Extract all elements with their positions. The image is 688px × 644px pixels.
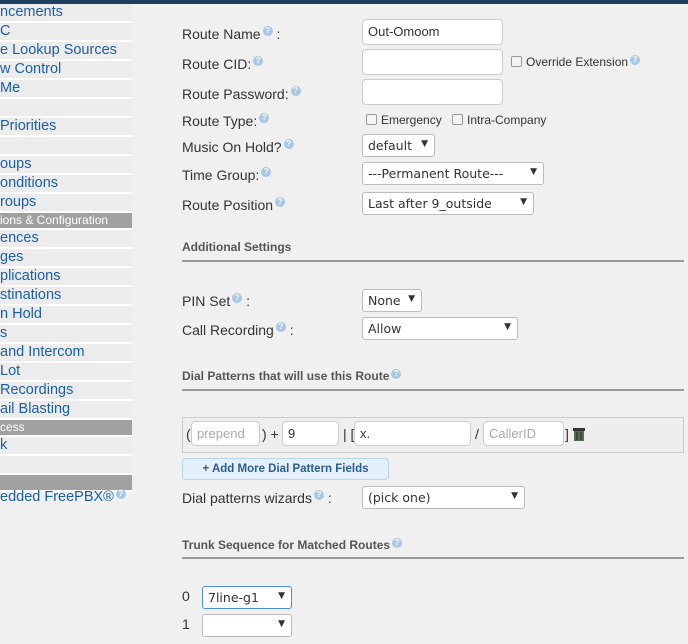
triangle-down-icon: ▼ [278, 619, 285, 629]
route-name-label: Route Name? : [182, 26, 281, 42]
sidebar-section-header: ions & Configuration [0, 213, 132, 230]
route-password-label: Route Password:? [182, 86, 301, 102]
match-pattern-input[interactable]: x. [354, 421, 471, 446]
triangle-down-icon: ▼ [530, 167, 537, 177]
sidebar-item[interactable]: stinations [0, 287, 132, 306]
route-type-label: Route Type:? [182, 113, 270, 129]
sidebar-item[interactable]: and Intercom [0, 344, 132, 363]
sidebar-item[interactable]: w Control [0, 61, 132, 80]
sidebar-item[interactable]: ncements [0, 4, 132, 23]
route-cid-label: Route CID:? [182, 56, 264, 72]
triangle-down-icon: ▼ [278, 591, 285, 601]
additional-settings-heading: Additional Settings [182, 240, 292, 254]
sidebar-item[interactable]: e Lookup Sources [0, 42, 132, 61]
sidebar-footer[interactable]: edded FreePBX®? [0, 489, 126, 505]
sidebar-item[interactable]: ail Blasting [0, 401, 132, 420]
sidebar-item[interactable] [0, 99, 132, 118]
triangle-down-icon: ▼ [408, 294, 415, 304]
help-icon[interactable]: ? [253, 56, 264, 66]
sidebar-item[interactable]: Priorities [0, 118, 132, 137]
dial-wizard-label: Dial patterns wizards? : [182, 490, 332, 506]
time-group-label: Time Group:? [182, 167, 272, 183]
sidebar-item[interactable]: oups [0, 156, 132, 175]
help-icon[interactable]: ? [262, 26, 273, 36]
help-icon[interactable]: ? [283, 139, 294, 149]
help-icon[interactable]: ? [313, 490, 324, 500]
override-extension-checkbox[interactable]: Override Extension? [511, 55, 641, 69]
sidebar-item[interactable]: Lot [0, 363, 132, 382]
sidebar-item[interactable]: Recordings [0, 382, 132, 401]
sidebar-nav: ncements Ce Lookup Sources w Control Me Prio… [0, 4, 132, 492]
sidebar-item[interactable]: s [0, 325, 132, 344]
help-icon[interactable]: ? [630, 55, 641, 65]
call-recording-select[interactable]: Allow ▼ [362, 317, 518, 340]
help-icon[interactable]: ? [259, 113, 270, 123]
pin-set-label: PIN Set? : [182, 293, 251, 309]
route-position-select[interactable]: Last after 9_outside ▼ [362, 192, 534, 215]
time-group-select[interactable]: ---Permanent Route--- ▼ [362, 162, 544, 185]
divider [182, 260, 684, 262]
callerid-input[interactable]: CallerID [483, 421, 564, 446]
divider [182, 557, 684, 559]
triangle-down-icon: ▼ [421, 139, 428, 149]
sidebar-section-header: cess [0, 420, 132, 437]
sidebar-item[interactable]: k [0, 437, 132, 456]
prefix-input[interactable]: 9 [282, 421, 339, 446]
help-icon[interactable]: ? [275, 197, 286, 207]
triangle-down-icon: ▼ [511, 491, 518, 501]
triangle-down-icon: ▼ [520, 197, 527, 207]
divider [182, 389, 684, 391]
sidebar-item[interactable]: Me [0, 80, 132, 99]
trunk-sequence-heading: Trunk Sequence for Matched Routes? [182, 538, 403, 552]
prepend-input[interactable]: prepend [191, 421, 260, 446]
call-recording-label: Call Recording? : [182, 322, 294, 338]
dial-wizard-select[interactable]: (pick one) ▼ [362, 486, 525, 509]
pin-set-select[interactable]: None ▼ [362, 289, 422, 312]
triangle-down-icon: ▼ [504, 322, 511, 332]
moh-select[interactable]: default ▼ [362, 134, 435, 157]
sidebar-item[interactable] [0, 456, 132, 475]
help-icon[interactable]: ? [261, 167, 272, 177]
help-icon[interactable]: ? [232, 293, 243, 303]
sidebar-item[interactable]: plications [0, 268, 132, 287]
help-icon[interactable]: ? [275, 322, 286, 332]
add-dial-pattern-button[interactable]: + Add More Dial Pattern Fields [182, 458, 389, 480]
sidebar-item[interactable]: ences [0, 230, 132, 249]
route-password-input[interactable] [362, 79, 503, 105]
trunk-select-0[interactable]: 7line-g1 ▼ [202, 586, 292, 609]
sidebar-item[interactable]: C [0, 23, 132, 42]
moh-label: Music On Hold?? [182, 139, 294, 155]
route-cid-input[interactable] [362, 49, 503, 75]
help-icon[interactable]: ? [391, 369, 402, 379]
dial-patterns-heading: Dial Patterns that will use this Route? [182, 369, 402, 383]
emergency-checkbox[interactable]: Emergency [366, 113, 442, 127]
route-position-label: Route Position? [182, 197, 286, 213]
intra-company-checkbox[interactable]: Intra-Company [452, 113, 546, 127]
help-icon[interactable]: ? [115, 489, 126, 499]
help-icon[interactable]: ? [392, 538, 403, 548]
sidebar-item[interactable]: onditions [0, 175, 132, 194]
sidebar-item[interactable] [0, 137, 132, 156]
help-icon[interactable]: ? [290, 86, 301, 96]
sidebar-item[interactable]: ges [0, 249, 132, 268]
trunk-select-1[interactable]: ▼ [202, 614, 292, 637]
route-name-input[interactable]: Out-Omoom [362, 19, 503, 45]
trash-icon[interactable] [571, 426, 587, 442]
sidebar-item[interactable]: n Hold [0, 306, 132, 325]
sidebar-item[interactable]: roups [0, 194, 132, 213]
